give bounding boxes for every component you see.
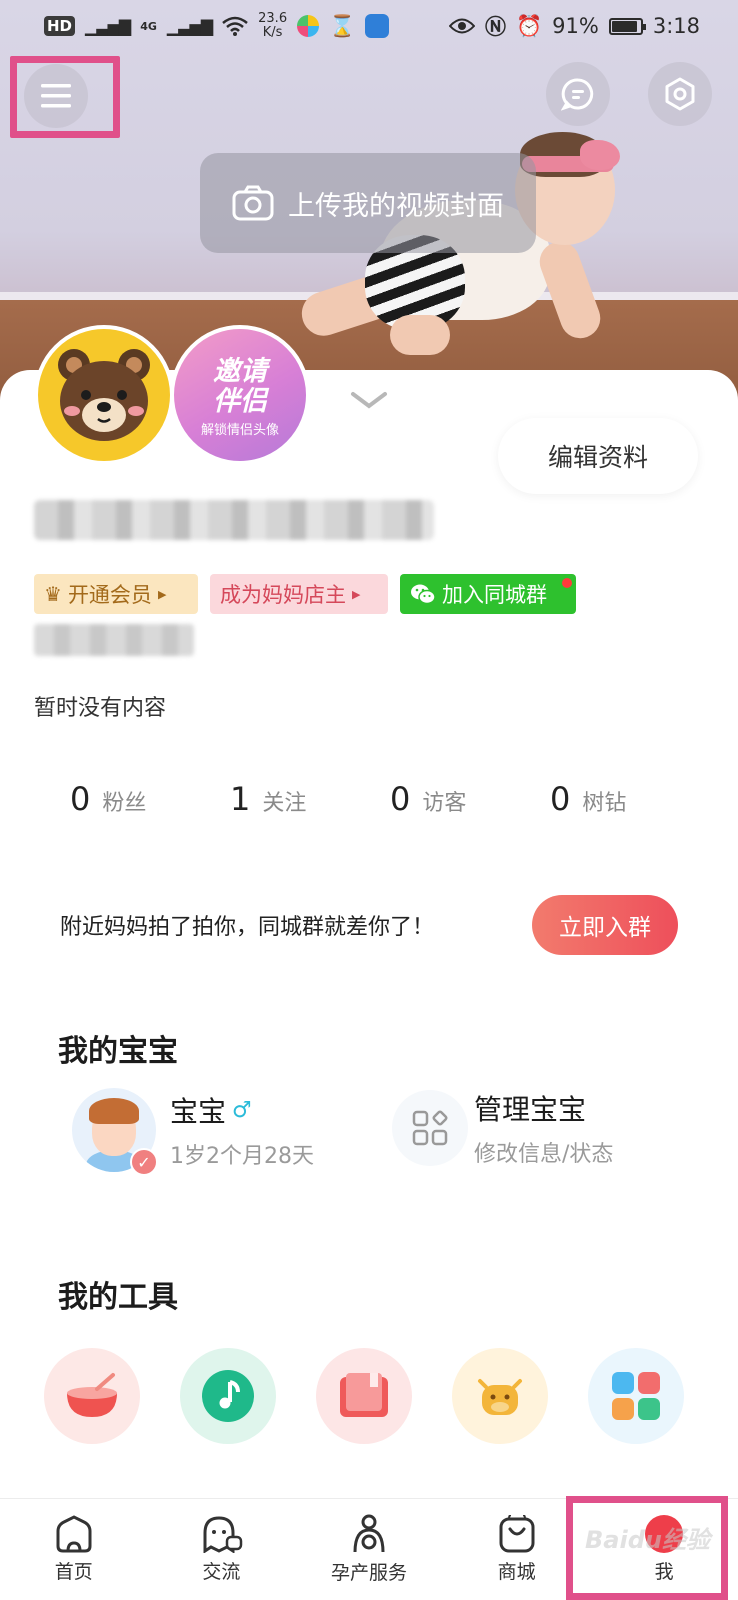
invite-partner-button[interactable]: 邀请 伴侣 解锁情侣头像	[170, 325, 310, 465]
messages-button[interactable]	[546, 62, 610, 126]
wechat-icon	[411, 584, 436, 605]
hd-badge: HD	[44, 16, 76, 36]
signal-icon-2: ▁▃▅▇	[166, 16, 213, 36]
tool-book[interactable]	[316, 1348, 412, 1444]
my-baby-title: 我的宝宝	[58, 1034, 178, 1069]
group-promo-banner: 附近妈妈拍了拍你，同城群就差你了！ 立即入群	[40, 880, 698, 970]
edit-profile-button[interactable]: 编辑资料	[498, 418, 698, 494]
upload-cover-button[interactable]: 上传我的视频封面	[200, 153, 536, 253]
settings-button[interactable]	[648, 62, 712, 126]
stat-following[interactable]: 1 关注	[230, 780, 390, 818]
invite-title: 邀请 伴侣	[213, 356, 267, 417]
user-info-redacted	[34, 624, 194, 656]
bowl-icon	[67, 1373, 117, 1417]
apps-grid-icon	[612, 1372, 660, 1420]
tool-food[interactable]	[44, 1348, 140, 1444]
nfc-icon: Ⓝ	[484, 15, 506, 39]
promo-text: 附近妈妈拍了拍你，同城群就差你了！	[60, 915, 435, 940]
empty-content-text: 暂时没有内容	[34, 696, 167, 721]
home-icon	[56, 1515, 92, 1553]
stats-row: 0 粉丝 1 关注 0 访客 0 树钻	[70, 780, 710, 818]
clock: 3:18	[652, 14, 700, 38]
check-icon: ✓	[130, 1148, 158, 1176]
chat-bubble-icon	[561, 78, 594, 111]
male-icon: ♂	[232, 1097, 252, 1123]
baby-age: 1岁2个月28天	[170, 1144, 314, 1169]
network-type: 4G	[140, 19, 157, 33]
my-tools-title: 我的工具	[58, 1280, 178, 1315]
baby-card[interactable]: 宝宝 ♂ 1岁2个月28天	[72, 1088, 314, 1172]
network-speed: 23.6 K/s	[258, 11, 288, 40]
alarm-icon: ⏰	[515, 13, 543, 38]
join-group-button[interactable]: 立即入群	[532, 895, 678, 955]
ghost-chat-icon	[203, 1516, 243, 1553]
invite-subtitle: 解锁情侣头像	[200, 423, 279, 438]
tool-music[interactable]	[180, 1348, 276, 1444]
shop-owner-tag[interactable]: 成为妈妈店主 ▶	[210, 574, 388, 614]
broadcast-app-icon	[365, 14, 390, 38]
tools-row	[44, 1348, 684, 1444]
profile-tags: ♛ 开通会员 ▶ 成为妈妈店主 ▶ 加入同城群	[34, 574, 576, 614]
stat-visitors[interactable]: 0 访客	[390, 780, 550, 818]
tool-more-apps[interactable]	[588, 1348, 684, 1444]
nav-shop[interactable]: 商城	[457, 1515, 577, 1584]
eye-icon	[448, 18, 475, 34]
shopping-bag-icon	[499, 1515, 535, 1553]
wifi-icon	[222, 16, 248, 36]
manage-baby-title: 管理宝宝	[474, 1093, 587, 1126]
watermark: Baidu经验	[585, 1526, 710, 1554]
notification-dot	[562, 578, 572, 588]
signal-icon: ▁▃▅▇	[85, 16, 131, 36]
chevron-down-icon[interactable]	[350, 390, 388, 410]
nav-home[interactable]: 首页	[14, 1515, 134, 1584]
battery-percent: 91%	[552, 14, 599, 38]
camera-icon	[232, 185, 274, 221]
mother-baby-icon	[353, 1514, 385, 1553]
manage-baby-subtitle: 修改信息/状态	[474, 1142, 614, 1167]
book-icon	[340, 1373, 388, 1417]
caret-right-icon: ▶	[352, 587, 361, 601]
caret-right-icon: ▶	[157, 587, 167, 601]
vip-tag[interactable]: ♛ 开通会员 ▶	[34, 574, 198, 614]
manage-grid-icon	[392, 1090, 468, 1166]
hourglass-icon: ⌛	[329, 13, 356, 38]
baby-name: 宝宝	[170, 1095, 227, 1128]
nav-maternity-services[interactable]: 孕产服务	[309, 1514, 429, 1585]
manage-baby-button[interactable]: 管理宝宝 修改信息/状态	[392, 1088, 613, 1168]
avatar[interactable]	[34, 325, 174, 465]
stat-fans[interactable]: 0 粉丝	[70, 780, 230, 818]
join-group-tag[interactable]: 加入同城群	[400, 574, 576, 614]
tool-cow[interactable]	[452, 1348, 548, 1444]
hexagon-settings-icon	[665, 77, 695, 111]
menu-highlight-box	[10, 56, 120, 138]
bear-avatar-icon	[58, 349, 150, 441]
status-bar: HD ▁▃▅▇ 4G ▁▃▅▇ 23.6 K/s ⌛ Ⓝ ⏰ 91% 3:18	[0, 0, 738, 52]
crown-icon: ♛	[44, 582, 62, 606]
username-redacted	[34, 500, 434, 540]
upload-cover-label: 上传我的视频封面	[288, 190, 504, 222]
app-notification-icon	[297, 15, 320, 37]
battery-icon	[608, 17, 646, 35]
stat-diamonds[interactable]: 0 树钻	[550, 780, 710, 818]
nav-community[interactable]: 交流	[161, 1515, 281, 1584]
music-note-icon	[202, 1370, 254, 1422]
cow-icon	[478, 1379, 522, 1415]
